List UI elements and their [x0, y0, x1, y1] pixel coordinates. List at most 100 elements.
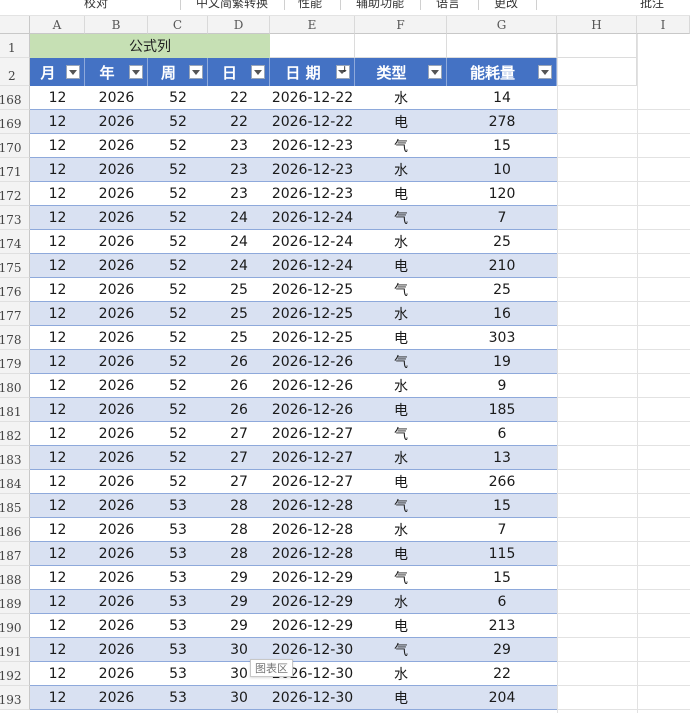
cell-date[interactable]: 2026-12-27 [270, 422, 355, 445]
cell-type[interactable]: 气 [355, 638, 447, 661]
cell-day[interactable]: 26 [208, 350, 270, 373]
cell-day[interactable]: 25 [208, 302, 270, 325]
cell-type[interactable]: 水 [355, 230, 447, 253]
cell-week[interactable]: 52 [148, 470, 208, 493]
cell-h2[interactable] [557, 58, 637, 86]
cell-year[interactable]: 2026 [85, 158, 148, 181]
row-header-1[interactable]: 1 [0, 34, 30, 58]
row-header[interactable]: 2174 [0, 230, 30, 254]
filter-dropdown-icon[interactable] [538, 65, 552, 79]
cell-year[interactable]: 2026 [85, 254, 148, 277]
cell-type[interactable]: 水 [355, 446, 447, 469]
cell-date[interactable]: 2026-12-26 [270, 350, 355, 373]
cell-month[interactable]: 12 [30, 494, 85, 517]
cell-day[interactable]: 29 [208, 614, 270, 637]
cell-day[interactable]: 30 [208, 686, 270, 709]
cell-consumption[interactable]: 19 [447, 350, 557, 373]
column-header-i[interactable]: I [637, 16, 690, 34]
cell-week[interactable]: 52 [148, 206, 208, 229]
cell-day[interactable]: 23 [208, 158, 270, 181]
cell-type[interactable]: 气 [355, 278, 447, 301]
cell-date[interactable]: 2026-12-30 [270, 638, 355, 661]
cell-date[interactable]: 2026-12-29 [270, 614, 355, 637]
cell-week[interactable]: 52 [148, 182, 208, 205]
cell-month[interactable]: 12 [30, 614, 85, 637]
cell-week[interactable]: 52 [148, 446, 208, 469]
column-header-e[interactable]: E [270, 16, 355, 34]
cell-year[interactable]: 2026 [85, 614, 148, 637]
row-header[interactable]: 2185 [0, 494, 30, 518]
cell-week[interactable]: 53 [148, 638, 208, 661]
column-header-d[interactable]: D [208, 16, 270, 34]
cell-year[interactable]: 2026 [85, 230, 148, 253]
row-header[interactable]: 2175 [0, 254, 30, 278]
row-header[interactable]: 2184 [0, 470, 30, 494]
cell-month[interactable]: 12 [30, 206, 85, 229]
filter-dropdown-icon[interactable] [129, 65, 143, 79]
cell-date[interactable]: 2026-12-24 [270, 230, 355, 253]
cell-month[interactable]: 12 [30, 86, 85, 109]
cell-type[interactable]: 气 [355, 134, 447, 157]
cell-day[interactable]: 25 [208, 326, 270, 349]
column-header-c[interactable]: C [148, 16, 208, 34]
cell-week[interactable]: 53 [148, 566, 208, 589]
cell-month[interactable]: 12 [30, 374, 85, 397]
filter-dropdown-icon[interactable] [251, 65, 265, 79]
cell-consumption[interactable]: 266 [447, 470, 557, 493]
cell-day[interactable]: 26 [208, 398, 270, 421]
column-header-g[interactable]: G [447, 16, 557, 34]
cell-month[interactable]: 12 [30, 110, 85, 133]
cell-consumption[interactable]: 7 [447, 206, 557, 229]
cell-type[interactable]: 水 [355, 158, 447, 181]
cell-month[interactable]: 12 [30, 590, 85, 613]
sort-filter-icon[interactable]: ↓ [336, 65, 350, 79]
row-header[interactable]: 2180 [0, 374, 30, 398]
cell-date[interactable]: 2026-12-23 [270, 182, 355, 205]
ribbon-accessibility[interactable]: 辅助功能 [356, 0, 404, 11]
row-header[interactable]: 2193 [0, 686, 30, 710]
cell-day[interactable]: 26 [208, 374, 270, 397]
filter-dropdown-icon[interactable] [66, 65, 80, 79]
cell-day[interactable]: 22 [208, 110, 270, 133]
row-header[interactable]: 2177 [0, 302, 30, 326]
row-header[interactable]: 2168 [0, 86, 30, 110]
cell-week[interactable]: 52 [148, 158, 208, 181]
row-header[interactable]: 2187 [0, 542, 30, 566]
cell-year[interactable]: 2026 [85, 302, 148, 325]
cell-date[interactable]: 2026-12-25 [270, 326, 355, 349]
row-header[interactable]: 2188 [0, 566, 30, 590]
cell-date[interactable]: 2026-12-30 [270, 686, 355, 709]
cell-year[interactable]: 2026 [85, 86, 148, 109]
cell-day[interactable]: 28 [208, 494, 270, 517]
cell-h1[interactable] [557, 34, 637, 58]
cell-day[interactable]: 24 [208, 254, 270, 277]
cell-type[interactable]: 电 [355, 254, 447, 277]
ribbon-changes[interactable]: 更改 [494, 0, 518, 11]
cell-week[interactable]: 53 [148, 686, 208, 709]
cell-month[interactable]: 12 [30, 470, 85, 493]
cell-month[interactable]: 12 [30, 638, 85, 661]
cell-year[interactable]: 2026 [85, 206, 148, 229]
cell-type[interactable]: 水 [355, 518, 447, 541]
cell-consumption[interactable]: 213 [447, 614, 557, 637]
cell-e1[interactable] [270, 34, 355, 58]
cell-consumption[interactable]: 6 [447, 422, 557, 445]
ribbon-proofing[interactable]: 校对 [84, 0, 108, 11]
cell-date[interactable]: 2026-12-28 [270, 518, 355, 541]
filter-dropdown-icon[interactable] [428, 65, 442, 79]
cell-day[interactable]: 29 [208, 566, 270, 589]
cell-consumption[interactable]: 185 [447, 398, 557, 421]
cell-consumption[interactable]: 210 [447, 254, 557, 277]
row-header[interactable]: 2186 [0, 518, 30, 542]
column-header-b[interactable]: B [85, 16, 148, 34]
cell-date[interactable]: 2026-12-22 [270, 86, 355, 109]
row-header[interactable]: 2190 [0, 614, 30, 638]
cell-week[interactable]: 52 [148, 374, 208, 397]
cell-consumption[interactable]: 25 [447, 230, 557, 253]
row-header[interactable]: 2171 [0, 158, 30, 182]
cell-week[interactable]: 53 [148, 494, 208, 517]
formula-column-label[interactable]: 公式列 [30, 34, 270, 58]
cell-year[interactable]: 2026 [85, 326, 148, 349]
cell-consumption[interactable]: 25 [447, 278, 557, 301]
cell-day[interactable]: 23 [208, 134, 270, 157]
